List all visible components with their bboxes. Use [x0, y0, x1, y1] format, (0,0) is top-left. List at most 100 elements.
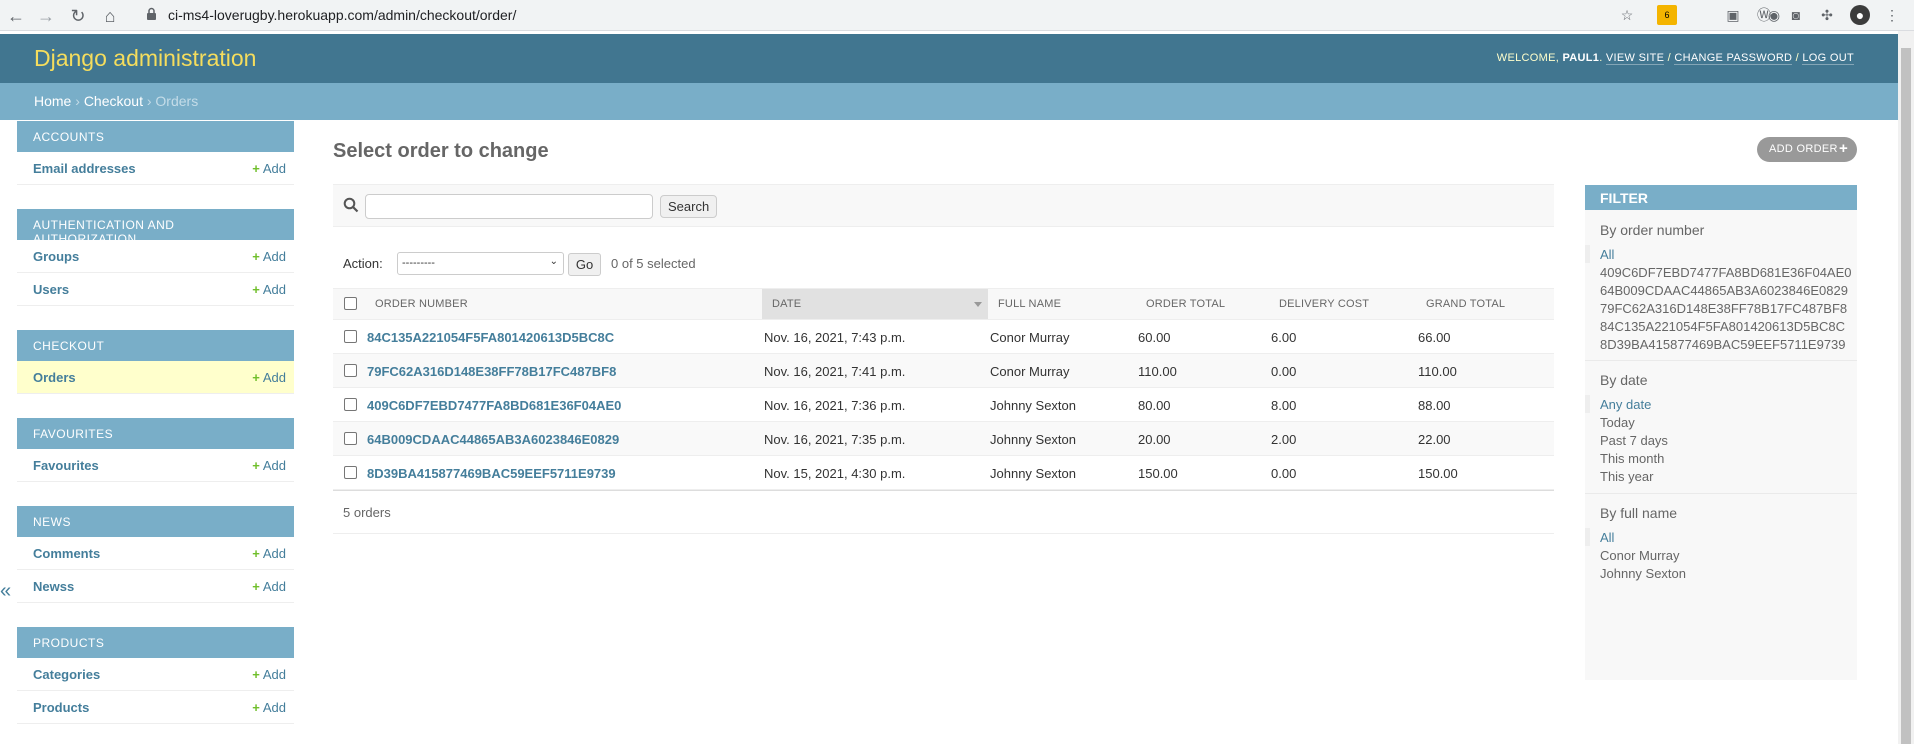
profile-avatar[interactable]: ●: [1850, 5, 1870, 25]
add-order-button[interactable]: ADD ORDER +: [1757, 137, 1857, 162]
add-link[interactable]: + Add: [252, 249, 286, 264]
module-title[interactable]: Checkout: [17, 330, 294, 361]
column-header-grand-total[interactable]: Grand total: [1416, 289, 1554, 319]
filter-option[interactable]: Today: [1600, 415, 1635, 430]
module-checkout: Checkout Orders + Add: [17, 330, 294, 394]
back-icon[interactable]: ←: [4, 4, 28, 28]
model-link[interactable]: Email addresses: [33, 161, 136, 176]
chevron-down-icon: ⌄: [549, 256, 558, 267]
breadcrumb-home[interactable]: Home: [34, 93, 71, 109]
add-link[interactable]: + Add: [252, 370, 286, 385]
order-number-link[interactable]: 84C135A221054F5FA801420613D5BC8C: [367, 330, 614, 345]
row-checkbox[interactable]: [344, 330, 357, 343]
camera-icon[interactable]: ◙: [1786, 5, 1806, 25]
record-icon[interactable]: ◉: [1764, 5, 1784, 25]
collapse-sidebar-icon[interactable]: «: [0, 580, 11, 603]
filter-option[interactable]: Past 7 days: [1600, 433, 1668, 448]
column-header-full-name[interactable]: Full name: [988, 289, 1136, 319]
table-row: 409C6DF7EBD7477FA8BD681E36F04AE0 Nov. 16,…: [333, 388, 1554, 422]
filter-option[interactable]: All: [1584, 528, 1614, 546]
go-button[interactable]: Go: [568, 253, 601, 276]
add-link[interactable]: + Add: [252, 700, 286, 715]
breadcrumb-checkout[interactable]: Checkout: [84, 93, 143, 109]
add-link[interactable]: + Add: [252, 458, 286, 473]
log-out-link[interactable]: LOG OUT: [1802, 52, 1854, 65]
site-brand[interactable]: Django administration: [34, 45, 256, 72]
add-link[interactable]: + Add: [252, 546, 286, 561]
filter-option[interactable]: 64B009CDAAC44865AB3A6023846E0829: [1600, 283, 1848, 298]
add-link[interactable]: + Add: [252, 579, 286, 594]
module-title[interactable]: Accounts: [17, 121, 294, 152]
bookmark-star-icon[interactable]: ☆: [1617, 5, 1637, 25]
column-header-date[interactable]: Date: [762, 289, 988, 319]
filter-option[interactable]: 409C6DF7EBD7477FA8BD681E36F04AE0: [1600, 265, 1852, 280]
filter-option[interactable]: 84C135A221054F5FA801420613D5BC8C: [1600, 319, 1845, 334]
model-link[interactable]: Products: [33, 700, 89, 715]
column-header-delivery-cost[interactable]: Delivery cost: [1269, 289, 1416, 319]
table-cell: 110.00: [1418, 364, 1457, 379]
add-icon: +: [252, 282, 260, 297]
puzzle-extensions-icon[interactable]: ✣: [1817, 5, 1837, 25]
module-title[interactable]: Favourites: [17, 418, 294, 449]
home-icon[interactable]: ⌂: [98, 4, 122, 28]
module-title[interactable]: Products: [17, 627, 294, 658]
order-number-link[interactable]: 79FC62A316D148E38FF78B17FC487BF8: [367, 364, 616, 379]
extension-badge-icon[interactable]: 6: [1657, 5, 1677, 25]
filter-option[interactable]: Conor Murray: [1600, 548, 1679, 563]
filter-option[interactable]: Johnny Sexton: [1600, 566, 1686, 581]
filter-option[interactable]: This year: [1600, 469, 1653, 484]
scrollbar-thumb[interactable]: [1901, 48, 1911, 744]
model-link[interactable]: Comments: [33, 546, 100, 561]
table-cell: 20.00: [1138, 432, 1171, 447]
extension-icon[interactable]: ▣: [1723, 5, 1743, 25]
breadcrumb-separator: ›: [146, 93, 152, 109]
order-number-link[interactable]: 64B009CDAAC44865AB3A6023846E0829: [367, 432, 619, 447]
add-link[interactable]: + Add: [252, 667, 286, 682]
model-link[interactable]: Favourites: [33, 458, 99, 473]
change-password-link[interactable]: CHANGE PASSWORD: [1674, 52, 1793, 65]
filter-option[interactable]: 8D39BA415877469BAC59EEF5711E9739: [1600, 337, 1846, 352]
add-link[interactable]: + Add: [252, 161, 286, 176]
browser-toolbar: ← → ↻ ⌂ ci-ms4-loverugby.herokuapp.com/a…: [0, 0, 1914, 31]
reload-icon[interactable]: ↻: [66, 4, 90, 28]
row-checkbox[interactable]: [344, 398, 357, 411]
filter-heading: By full name: [1600, 505, 1678, 521]
filter-option[interactable]: 79FC62A316D148E38FF78B17FC487BF8: [1600, 301, 1847, 316]
column-header-order-number[interactable]: Order number: [365, 289, 671, 319]
model-link[interactable]: Orders: [33, 370, 76, 385]
order-number-link[interactable]: 8D39BA415877469BAC59EEF5711E9739: [367, 466, 616, 481]
column-header-order-total[interactable]: Order total: [1136, 289, 1269, 319]
filter-divider: [1585, 493, 1857, 494]
search-input[interactable]: [365, 194, 653, 219]
kebab-menu-icon[interactable]: ⋮: [1882, 5, 1902, 25]
model-link[interactable]: Categories: [33, 667, 100, 682]
model-link[interactable]: Groups: [33, 249, 79, 264]
filter-heading: By order number: [1600, 222, 1705, 238]
row-checkbox[interactable]: [344, 364, 357, 377]
model-link[interactable]: Users: [33, 282, 69, 297]
row-checkbox[interactable]: [344, 466, 357, 479]
filter-option[interactable]: This month: [1600, 451, 1664, 466]
module-title[interactable]: News: [17, 506, 294, 537]
model-link[interactable]: Newss: [33, 579, 74, 594]
admin-header: Django administration WELCOME, PAUL1. VI…: [0, 34, 1898, 83]
row-checkbox[interactable]: [344, 432, 357, 445]
url-text[interactable]: ci-ms4-loverugby.herokuapp.com/admin/che…: [168, 7, 516, 23]
module-news: News Comments + Add Newss + Add: [17, 506, 294, 603]
select-all-checkbox[interactable]: [344, 297, 357, 310]
add-link[interactable]: + Add: [252, 282, 286, 297]
user-tools: WELCOME, PAUL1. VIEW SITE / CHANGE PASSW…: [1496, 52, 1854, 65]
forward-icon[interactable]: →: [34, 4, 58, 28]
lock-icon[interactable]: [146, 7, 158, 23]
filter-option[interactable]: All: [1584, 245, 1614, 263]
module-products: Products Categories + Add Products + Add: [17, 627, 294, 724]
table-cell: 6.00: [1271, 330, 1297, 345]
order-number-link[interactable]: 409C6DF7EBD7477FA8BD681E36F04AE0: [367, 398, 621, 413]
filter-option[interactable]: Any date: [1584, 395, 1651, 413]
sort-desc-icon[interactable]: [974, 302, 982, 307]
view-site-link[interactable]: VIEW SITE: [1605, 52, 1665, 65]
add-label: Add: [262, 667, 286, 682]
search-button[interactable]: Search: [660, 195, 718, 218]
module-title[interactable]: Authentication and Authorization: [17, 209, 294, 246]
action-select[interactable]: --------- ⌄: [397, 252, 564, 275]
